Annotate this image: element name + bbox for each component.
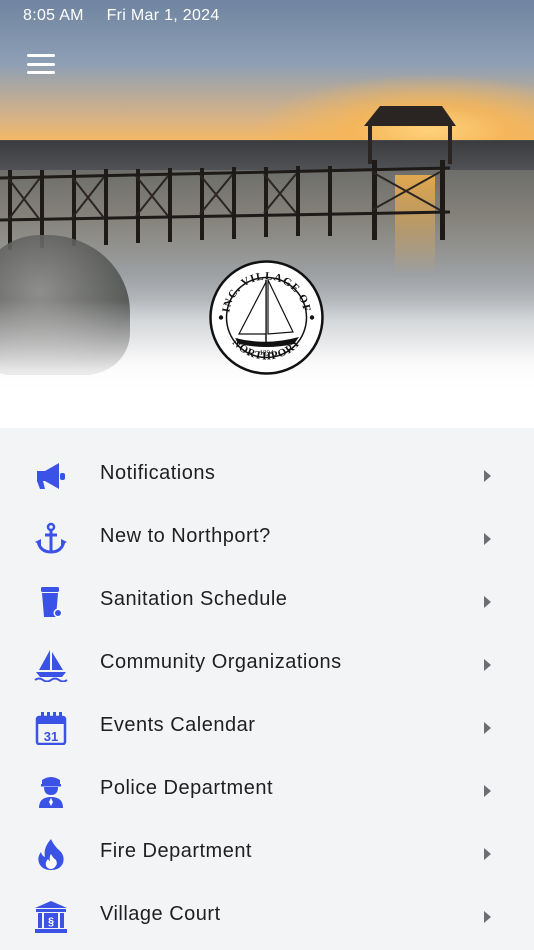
chevron-right-icon [484, 596, 491, 608]
menu-item-community-organizations[interactable]: Community Organizations [0, 632, 534, 695]
chevron-right-icon [484, 533, 491, 545]
menu-item-label: Events Calendar [100, 714, 256, 736]
status-time: 8:05 AM [23, 7, 84, 24]
sailboat-icon [34, 650, 68, 682]
menu-item-label: Sanitation Schedule [100, 588, 288, 610]
menu-item-sanitation-schedule[interactable]: Sanitation Schedule [0, 569, 534, 632]
chevron-right-icon [484, 470, 491, 482]
menu-item-notifications[interactable]: Notifications [0, 443, 534, 506]
menu-item-label: Community Organizations [100, 651, 342, 673]
svg-text:§: § [48, 916, 54, 928]
police-officer-icon [39, 777, 63, 808]
chevron-right-icon [484, 848, 491, 860]
menu-item-label: Fire Department [100, 840, 252, 862]
menu-item-events-calendar[interactable]: 31 Events Calendar [0, 695, 534, 758]
menu-item-police-department[interactable]: Police Department [0, 758, 534, 821]
svg-text:31: 31 [44, 729, 58, 744]
chevron-right-icon [484, 785, 491, 797]
megaphone-icon [37, 463, 65, 489]
menu-item-label: New to Northport? [100, 525, 271, 547]
main-menu-list: Notifications New to Northport? Sanitati… [0, 428, 534, 950]
hamburger-icon[interactable] [27, 54, 55, 76]
status-date: Fri Mar 1, 2024 [106, 7, 220, 24]
menu-item-village-court[interactable]: § Village Court [0, 884, 534, 947]
village-seal-logo: INC. VILLAGE OF NORTHPORT 1894 [209, 260, 324, 375]
chevron-right-icon [484, 659, 491, 671]
trash-bin-icon [41, 587, 63, 618]
gazebo-image [364, 106, 456, 164]
chevron-right-icon [484, 722, 491, 734]
hero-banner: 8:05 AM Fri Mar 1, 2024 INC. VILLAGE OF … [0, 0, 534, 428]
courthouse-icon: § [35, 901, 67, 933]
calendar-icon: 31 [35, 712, 67, 745]
fire-icon [38, 839, 64, 870]
chevron-right-icon [484, 911, 491, 923]
status-bar: 8:05 AM Fri Mar 1, 2024 [23, 7, 238, 25]
menu-item-label: Police Department [100, 777, 274, 799]
menu-item-fire-department[interactable]: Fire Department [0, 821, 534, 884]
menu-item-new-to-northport[interactable]: New to Northport? [0, 506, 534, 569]
seal-year: 1894 [260, 349, 275, 357]
menu-item-label: Village Court [100, 903, 221, 925]
anchor-icon [35, 522, 67, 554]
menu-item-label: Notifications [100, 462, 216, 484]
